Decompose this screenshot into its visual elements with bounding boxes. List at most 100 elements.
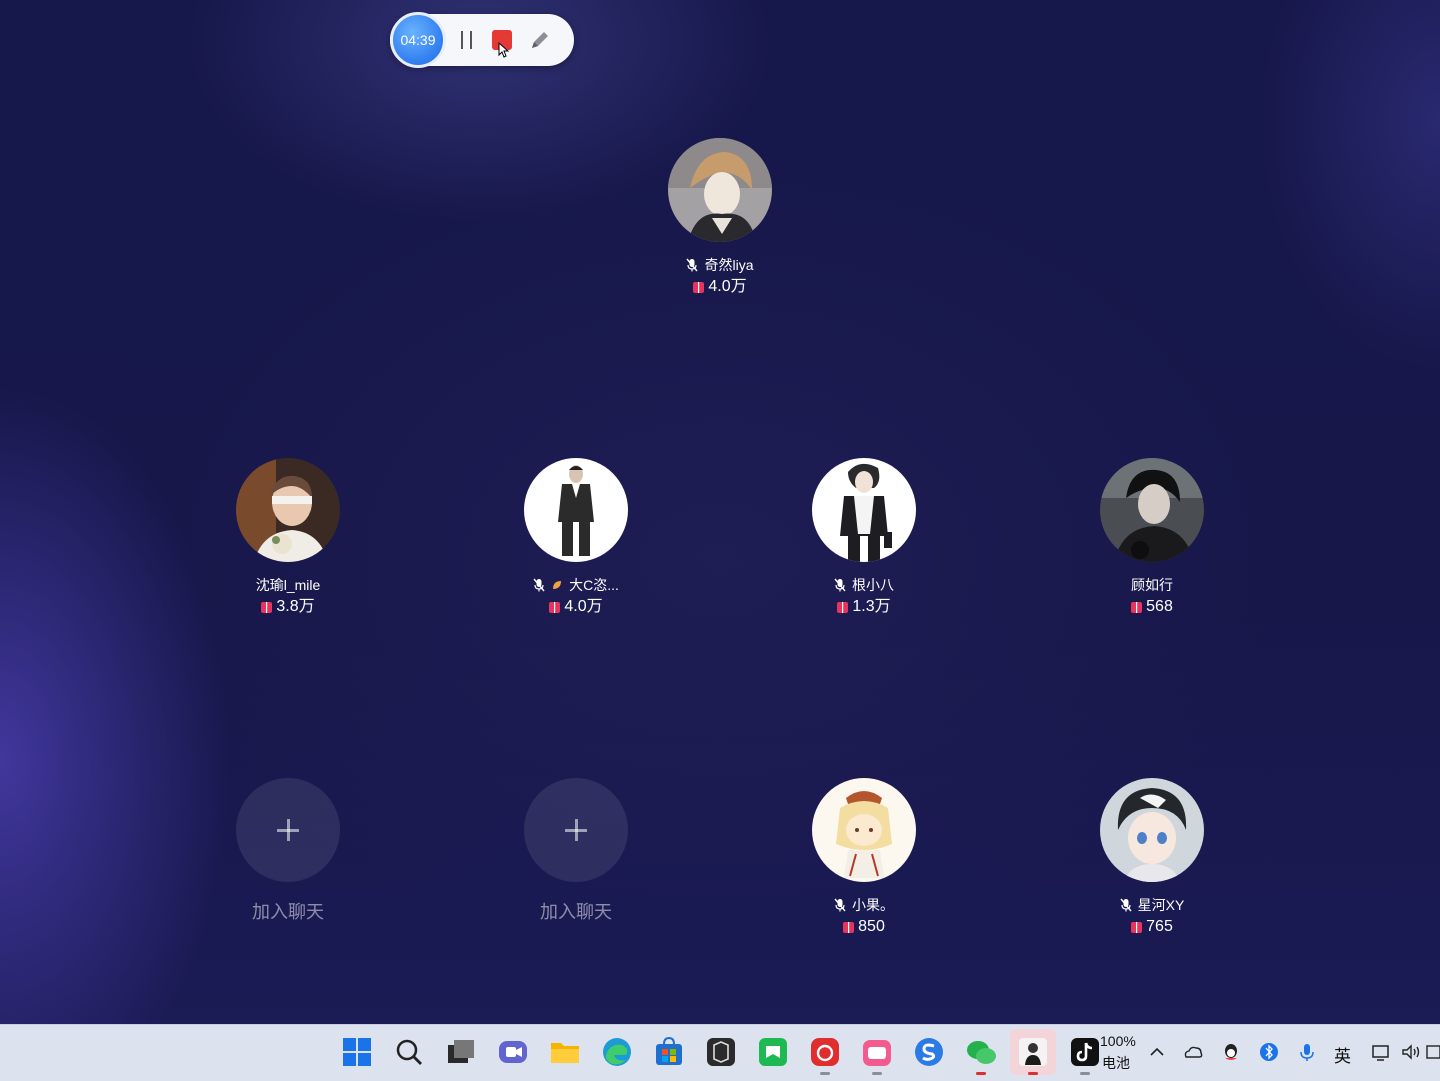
seat-4-name-row: 顾如行 — [1072, 576, 1232, 594]
microphone-icon[interactable] — [1296, 1041, 1318, 1063]
seat-3-score: 1.3万 — [852, 598, 891, 615]
seat-2-avatar[interactable] — [524, 458, 628, 562]
battery-percent: 100% — [1100, 1033, 1136, 1049]
store-icon[interactable] — [652, 1035, 686, 1069]
seat-4-name: 顾如行 — [1131, 577, 1173, 593]
running-indicator — [1080, 1072, 1090, 1075]
screen-recorder-bar: 04:39 — [390, 12, 574, 68]
terminal-icon[interactable] — [704, 1035, 738, 1069]
meet-icon[interactable] — [496, 1035, 530, 1069]
seat-7[interactable]: 小果。 850 — [784, 778, 944, 937]
seat-3-name-row: 根小八 — [784, 576, 944, 594]
bluetooth-icon[interactable] — [1258, 1041, 1280, 1063]
notification-indicator — [976, 1072, 986, 1075]
gift-icon — [1131, 601, 1143, 613]
plus-icon — [565, 819, 587, 841]
bilibili-icon[interactable] — [860, 1035, 894, 1069]
taskbar: 100% 电池 英 — [0, 1024, 1440, 1081]
tiktok-icon[interactable] — [1068, 1035, 1102, 1069]
green-app-icon[interactable] — [756, 1035, 790, 1069]
leaf-badge-icon — [553, 581, 562, 589]
netease-music-icon[interactable] — [808, 1035, 842, 1069]
gift-icon — [843, 921, 855, 933]
onedrive-icon[interactable] — [1182, 1041, 1204, 1063]
seat-4-avatar[interactable] — [1100, 458, 1204, 562]
seat-3[interactable]: 根小八 1.3万 — [784, 458, 944, 617]
file-explorer-icon[interactable] — [548, 1035, 582, 1069]
seat-8-name: 星河XY — [1137, 897, 1185, 913]
chevron-up-icon[interactable] — [1146, 1041, 1168, 1063]
seat-4[interactable]: 顾如行 568 — [1072, 458, 1232, 617]
gift-icon — [1131, 921, 1143, 933]
seat-1-score: 3.8万 — [276, 598, 315, 615]
seat-8-score-row: 765 — [1072, 917, 1232, 937]
seat-8-avatar[interactable] — [1100, 778, 1204, 882]
seat-7-name: 小果。 — [852, 897, 894, 913]
sogou-icon[interactable] — [912, 1035, 946, 1069]
seat-3-avatar[interactable] — [812, 458, 916, 562]
join-chat-label: 加入聊天 — [540, 902, 612, 922]
join-seat-button[interactable] — [524, 778, 628, 882]
task-view-icon[interactable] — [444, 1035, 478, 1069]
seat-3-score-row: 1.3万 — [784, 597, 944, 617]
wechat-icon[interactable] — [964, 1035, 998, 1069]
seat-7-score: 850 — [858, 918, 885, 935]
running-indicator — [872, 1072, 882, 1075]
join-seat-button[interactable] — [236, 778, 340, 882]
seat-1[interactable]: 沈瑜l_mile 3.8万 — [208, 458, 368, 617]
seat-1-name: 沈瑜l_mile — [255, 577, 321, 593]
live-app-icon[interactable] — [1016, 1035, 1050, 1069]
qq-icon[interactable] — [1220, 1041, 1242, 1063]
mic-muted-icon — [1120, 898, 1132, 912]
ime-indicator[interactable]: 英 — [1334, 1042, 1351, 1067]
mic-muted-icon — [834, 578, 846, 592]
display-icon[interactable] — [1370, 1041, 1392, 1063]
windows-start-icon[interactable] — [340, 1035, 374, 1069]
seat-1-score-row: 3.8万 — [208, 597, 368, 617]
empty-seat-2[interactable]: 加入聊天 — [496, 778, 656, 924]
seat-8-score: 765 — [1146, 918, 1173, 935]
seat-7-avatar[interactable] — [812, 778, 916, 882]
gift-icon — [693, 281, 705, 293]
mic-muted-icon — [533, 578, 545, 592]
seat-8-name-row: 星河XY — [1072, 896, 1232, 914]
running-indicator — [820, 1072, 830, 1075]
seat-2-score-row: 4.0万 — [496, 597, 656, 617]
recording-timer[interactable]: 04:39 — [390, 12, 446, 68]
edge-icon[interactable] — [600, 1035, 634, 1069]
seat-2-name-row: 大C恣... — [496, 576, 656, 594]
host-name-row: 奇然liya — [640, 256, 800, 274]
join-chat-label: 加入聊天 — [252, 902, 324, 922]
empty-seat-1[interactable]: 加入聊天 — [208, 778, 368, 924]
seat-1-avatar[interactable] — [236, 458, 340, 562]
host-score: 4.0万 — [708, 278, 747, 295]
host-score-row: 4.0万 — [640, 277, 800, 297]
voice-room-stage: 04:39 奇然liya 4.0万 沈瑜l_mile 3.8万 大C恣... 4… — [0, 0, 1440, 1024]
mic-muted-icon — [834, 898, 846, 912]
seat-8[interactable]: 星河XY 765 — [1072, 778, 1232, 937]
seat-2-name: 大C恣... — [569, 577, 619, 593]
host-seat[interactable]: 奇然liya 4.0万 — [640, 138, 800, 297]
battery-icon[interactable] — [1426, 1041, 1440, 1063]
gift-icon — [837, 601, 849, 613]
seat-2-score: 4.0万 — [564, 598, 603, 615]
seat-7-name-row: 小果。 — [784, 896, 944, 914]
pause-icon[interactable] — [460, 31, 474, 49]
search-icon[interactable] — [392, 1035, 426, 1069]
host-avatar[interactable] — [668, 138, 772, 242]
gift-icon — [261, 601, 273, 613]
mic-muted-icon — [686, 258, 699, 272]
seat-4-score-row: 568 — [1072, 597, 1232, 617]
mouse-cursor-icon — [498, 42, 510, 58]
seat-4-score: 568 — [1146, 598, 1173, 615]
volume-icon[interactable] — [1400, 1041, 1422, 1063]
seat-2[interactable]: 大C恣... 4.0万 — [496, 458, 656, 617]
gift-icon — [549, 601, 561, 613]
seat-7-score-row: 850 — [784, 917, 944, 937]
host-name: 奇然liya — [704, 257, 754, 273]
active-indicator — [1028, 1072, 1038, 1075]
seat-3-name: 根小八 — [852, 577, 894, 593]
battery-label: 电池 — [1102, 1055, 1130, 1071]
pen-icon[interactable] — [528, 28, 552, 52]
plus-icon — [277, 819, 299, 841]
